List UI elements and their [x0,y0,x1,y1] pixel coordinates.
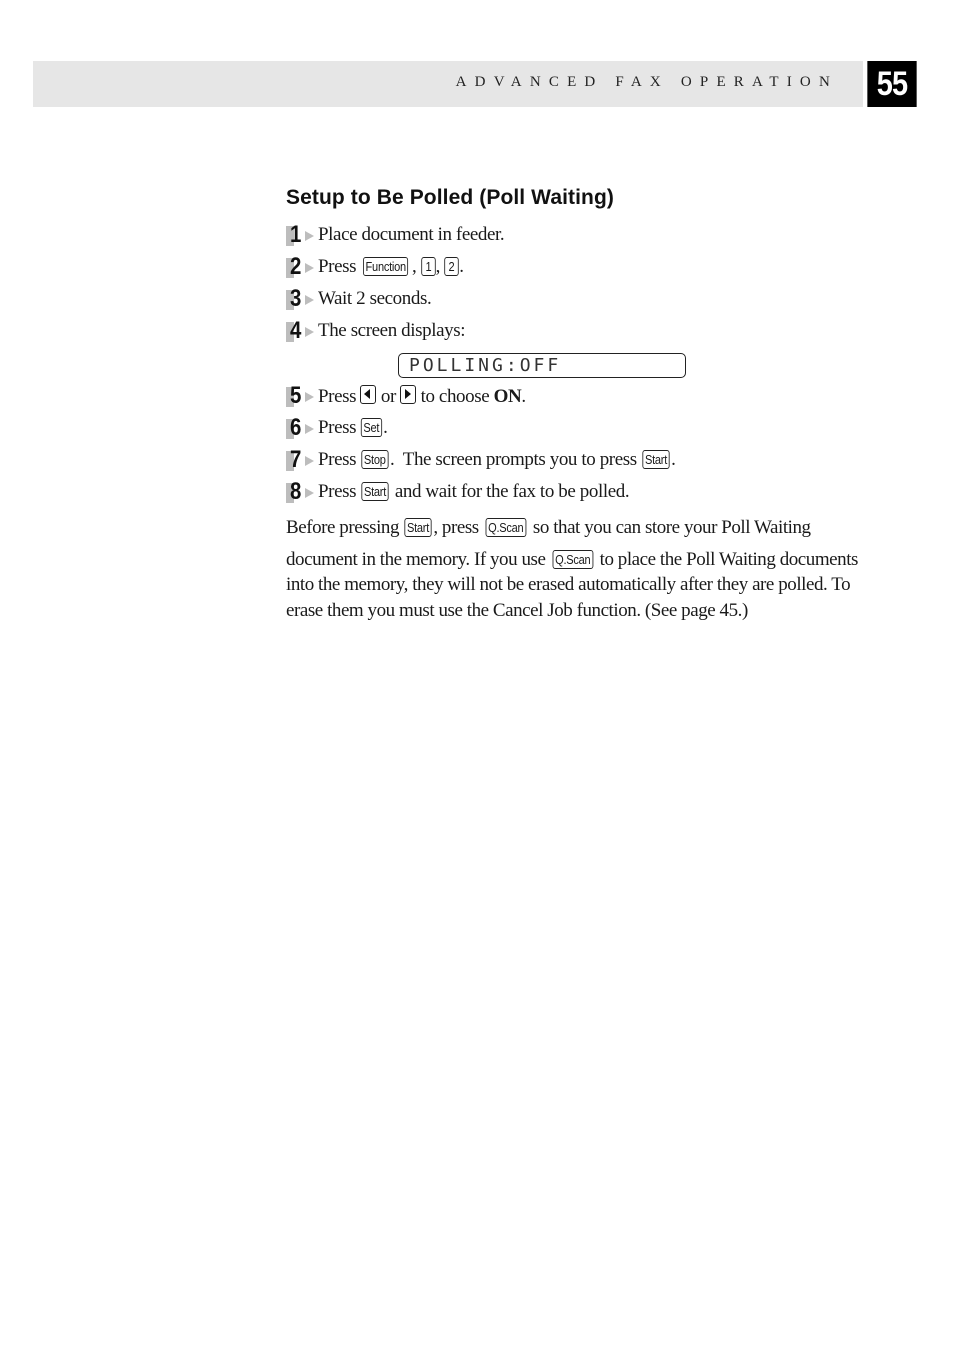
step-text: Press Stop. The screen prompts you to pr… [318,449,676,470]
step-1: 1 Place document in feeder. [286,221,505,249]
step-text: Press or to choose ON. [318,384,526,407]
step-8: 8 Press Start and wait for the fax to be… [286,478,630,506]
note-paragraph: Before pressing Start, press Q.Scan so t… [286,514,866,625]
step-number-badge: 8 [286,478,318,505]
step-arrow-icon [305,424,314,434]
key-1: 1 [420,257,436,276]
step-5: 5 Press or to choose ON. [286,382,526,410]
step-number-badge: 7 [286,446,318,473]
step-number-badge: 1 [286,221,318,248]
set-key: Set [361,418,383,437]
step-number-badge: 3 [286,285,318,312]
step-arrow-icon [305,456,314,466]
step-2: 2 Press Function, 1, 2. [286,253,464,281]
note-line: Before pressing Start, press Q.Scan so t… [286,517,811,538]
section-title: Setup to Be Polled (Poll Waiting) [286,186,615,209]
start-key: Start [361,482,390,501]
step-7: 7 Press Stop. The screen prompts you to … [286,446,676,474]
note-line: into the memory, they will not be erased… [286,574,851,595]
left-arrow-key-icon [360,384,377,404]
right-arrow-key-icon [400,384,417,404]
running-title: ADVANCED FAX OPERATION [455,74,838,90]
step-text: Press Start and wait for the fax to be p… [318,481,630,502]
start-key: Start [642,450,670,469]
step-number-badge: 5 [286,382,318,409]
note-line: erase them you must use the Cancel Job f… [286,599,748,621]
qscan-key: Q.Scan [552,549,593,569]
lcd-display: POLLING:OFF [398,353,686,378]
step-text: Press Function, 1, 2. [318,256,464,277]
step-text: Place document in feeder. [318,224,505,245]
key-2: 2 [444,257,459,276]
note-line: document in the memory. If you use Q.Sca… [286,548,858,570]
step-number-badge: 4 [286,317,318,344]
step-arrow-icon [305,231,314,241]
step-6: 6 Press Set. [286,414,388,442]
step-text: Press Set. [318,417,388,438]
step-number-badge: 6 [286,414,318,441]
qscan-key: Q.Scan [485,518,527,537]
start-key: Start [404,518,432,537]
page-number: 55 [867,61,917,107]
step-number-badge: 2 [286,253,318,280]
step-arrow-icon [305,295,314,305]
step-arrow-icon [305,263,314,273]
stop-key: Stop [361,450,389,469]
step-arrow-icon [305,392,314,402]
step-text: Wait 2 seconds. [318,288,432,309]
function-key: Function [363,257,409,276]
step-arrow-icon [305,327,314,337]
step-arrow-icon [305,488,314,498]
step-4: 4 The screen displays: [286,317,466,345]
step-3: 3 Wait 2 seconds. [286,285,432,313]
step-text: The screen displays: [318,320,466,341]
